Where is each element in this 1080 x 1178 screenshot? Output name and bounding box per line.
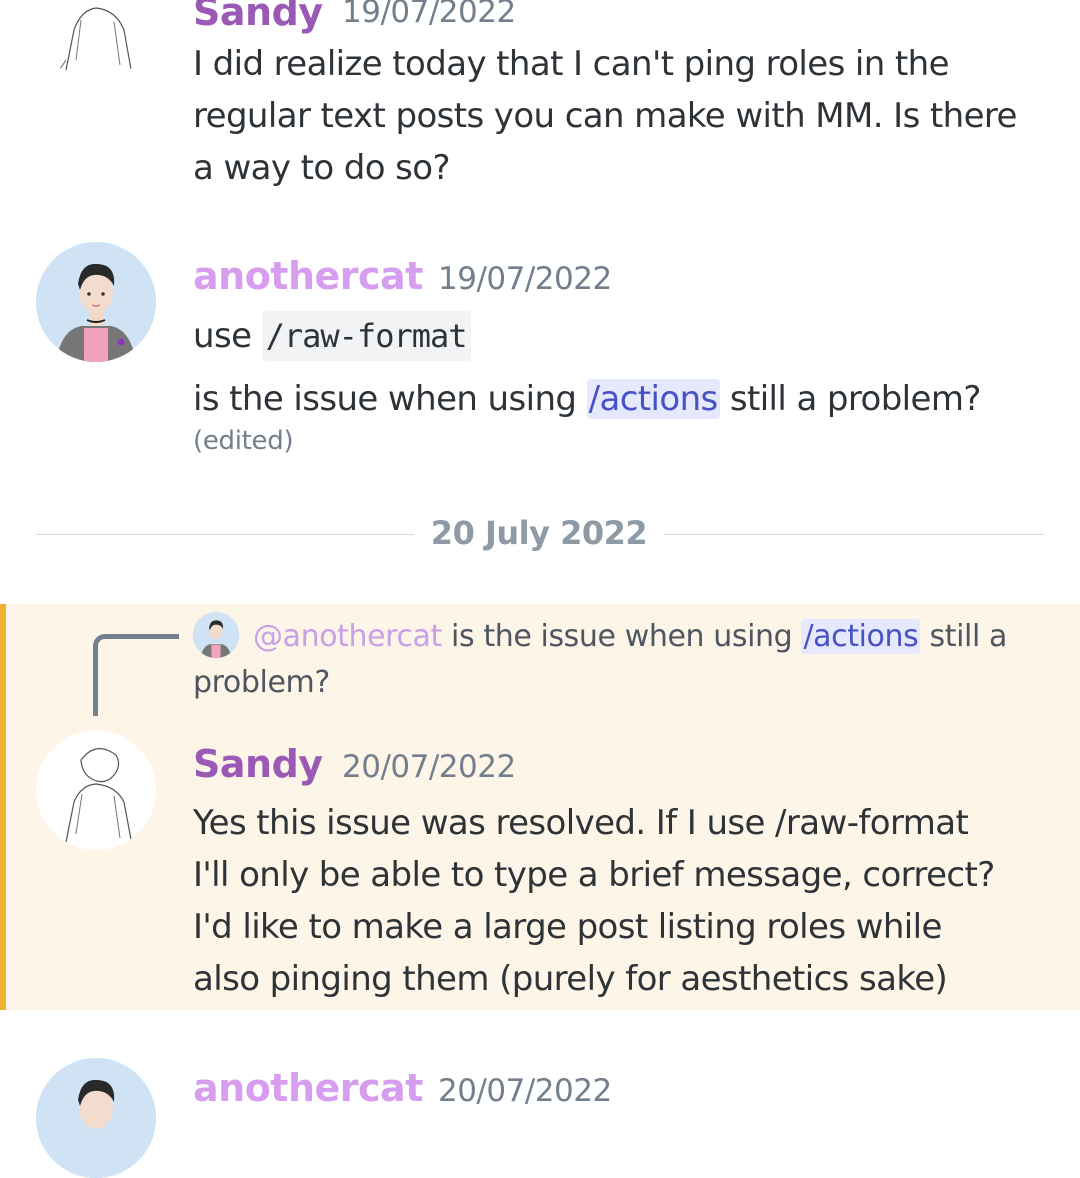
reply-text: still a — [920, 619, 1007, 654]
inline-code: /raw-format — [261, 311, 471, 361]
reply-mention[interactable]: @anothercat — [253, 619, 442, 654]
reply-text: is the issue when using — [451, 619, 802, 654]
message-line: Yes this issue was resolved. If I use /r… — [193, 803, 969, 843]
divider-line-right — [664, 534, 1044, 535]
timestamp: 20/07/2022 — [438, 1073, 612, 1109]
author-name[interactable]: anothercat — [193, 1066, 423, 1110]
message-line-2: is the issue when using /actions still a… — [193, 373, 981, 425]
message-text: is the issue when using — [193, 379, 587, 419]
edited-label: (edited) — [193, 426, 294, 456]
divider-line-left — [36, 534, 414, 535]
sketch-avatar-icon[interactable] — [36, 0, 156, 80]
timestamp: 19/07/2022 — [342, 0, 516, 30]
person-avatar-icon[interactable] — [36, 1058, 156, 1178]
reply-text: problem? — [193, 665, 330, 700]
timestamp: 19/07/2022 — [438, 261, 612, 297]
message-text: I did realize today that I can't ping ro… — [193, 44, 1017, 188]
author-name[interactable]: Sandy — [193, 0, 323, 34]
author-name[interactable]: Sandy — [193, 742, 323, 786]
message-text: Yes this issue was resolved. If I use /r… — [193, 797, 995, 1005]
reply-preview: @anothercat is the issue when using /act… — [193, 614, 1043, 706]
slash-command-link[interactable]: /actions — [586, 379, 720, 419]
mention-highlight-bar — [0, 604, 6, 1010]
slash-command-link[interactable]: /actions — [801, 619, 921, 654]
author-name[interactable]: anothercat — [193, 254, 423, 298]
reply-spine — [93, 634, 179, 716]
message-text: use — [193, 316, 262, 356]
message-line-1: use /raw-format — [193, 310, 471, 362]
person-avatar-icon[interactable] — [36, 242, 156, 362]
message-text: still a problem? — [719, 379, 982, 419]
timestamp: 20/07/2022 — [342, 749, 516, 785]
date-divider-label: 20 July 2022 — [430, 514, 648, 552]
message-line: also pinging them (purely for aesthetics… — [193, 959, 948, 999]
sketch-avatar-icon[interactable] — [36, 730, 156, 850]
message-line: I'd like to make a large post listing ro… — [193, 907, 942, 947]
message-line: I'll only be able to type a brief messag… — [193, 855, 995, 895]
